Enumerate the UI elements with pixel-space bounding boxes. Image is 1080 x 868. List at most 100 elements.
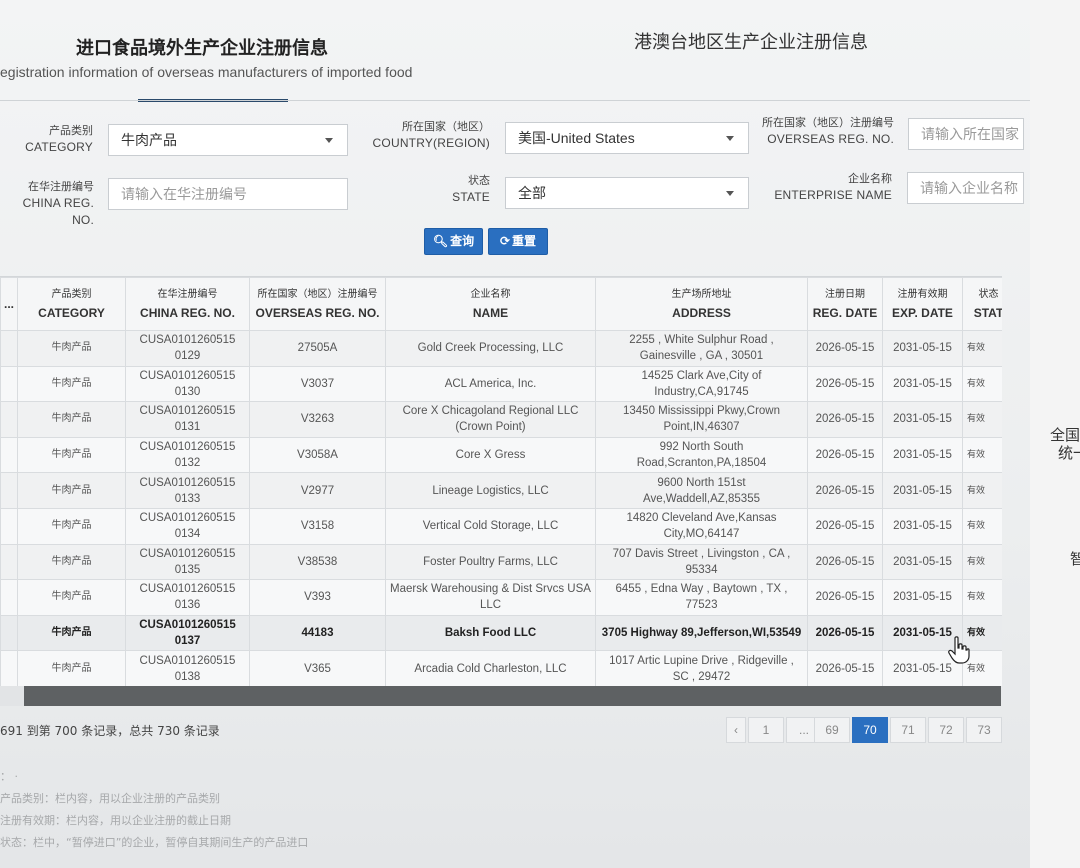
column-header-exp-date[interactable]: 注册有效期 EXP. DATE: [882, 277, 963, 331]
cell-category: 牛肉产品: [17, 330, 126, 367]
table-row[interactable]: 牛肉产品 CUSA0101260515 0136 V393 Maersk Wareho…: [0, 579, 1002, 616]
cell-overseas-reg: 44183: [249, 614, 386, 652]
cell-name: Vertical Cold Storage, LLC: [385, 507, 596, 545]
table-row[interactable]: 牛肉产品 CUSA0101260515 0132 V3058A Core X Gres…: [0, 436, 1002, 474]
cell-reg-date: 2026-05-15: [807, 543, 883, 581]
cell-exp-date: 2031-05-15: [882, 507, 963, 545]
search-icon: 🔍︎: [432, 234, 449, 248]
horizontal-scrollbar-thumb[interactable]: [24, 686, 1001, 706]
country-label: 所在国家（地区） COUNTRY(REGION): [372, 120, 490, 150]
notes: ： · 产品类别：栏内容，用以企业注册的产品类别 注册有效期：栏内容，用以企业注…: [0, 766, 308, 854]
horizontal-scrollbar-track[interactable]: [0, 686, 24, 706]
cell-index: [0, 507, 18, 545]
cell-index: [0, 436, 18, 474]
page-button[interactable]: 73: [966, 717, 1002, 743]
cell-exp-date: 2031-05-15: [882, 330, 963, 367]
table-row[interactable]: 牛肉产品 CUSA0101260515 0133 V2977 Lineage Logi…: [0, 472, 1002, 509]
cell-index: [0, 579, 18, 616]
table-row[interactable]: 牛肉产品 CUSA0101260515 0131 V3263 Core X Chica…: [0, 401, 1002, 438]
page-button[interactable]: ‹: [726, 717, 746, 743]
page-button[interactable]: 70: [852, 717, 888, 743]
cell-china-reg: CUSA0101260515 0135: [125, 543, 250, 581]
page-button[interactable]: 72: [928, 717, 964, 743]
adjacent-window-edge: 全国 统一 智: [1030, 0, 1080, 868]
table-row[interactable]: 牛肉产品 CUSA0101260515 0129 27505A Gold Creek …: [0, 330, 1002, 367]
reset-button-label: 重置: [512, 234, 537, 248]
refresh-icon: ⟳: [499, 234, 511, 248]
cell-overseas-reg: V3158: [249, 507, 386, 545]
column-header-state[interactable]: 状态 STAT: [962, 277, 1002, 331]
enterprise-label: 企业名称 ENTERPRISE NAME: [774, 172, 892, 202]
column-header-china-reg[interactable]: 在华注册编号 CHINA REG. NO.: [125, 277, 250, 331]
cell-state: 有效: [962, 507, 1002, 545]
column-header-reg-date[interactable]: 注册日期 REG. DATE: [807, 277, 883, 331]
cell-index: [0, 330, 18, 367]
cell-name: Maersk Warehousing & Dist Srvcs USA LLC: [385, 579, 596, 616]
cell-name: ACL America, Inc.: [385, 365, 596, 403]
cell-overseas-reg: V3037: [249, 365, 386, 403]
cell-reg-date: 2026-05-15: [807, 650, 883, 686]
cell-category: 牛肉产品: [17, 579, 126, 616]
enterprise-input[interactable]: 请输入企业名称: [907, 172, 1024, 204]
table-row[interactable]: 牛肉产品 CUSA0101260515 0138 V365 Arcadia Cold …: [0, 650, 1002, 686]
cell-reg-date: 2026-05-15: [807, 507, 883, 545]
query-button[interactable]: 🔍︎ 查询: [424, 228, 483, 255]
page-button[interactable]: 1: [748, 717, 784, 743]
chevron-down-icon: [726, 136, 734, 141]
cell-overseas-reg: V3058A: [249, 436, 386, 474]
cell-china-reg: CUSA0101260515 0132: [125, 436, 250, 474]
page-button[interactable]: 69: [814, 717, 850, 743]
column-header-address[interactable]: 生产场所地址 ADDRESS: [595, 277, 808, 331]
cell-address: 9600 North 151st Ave,Waddell,AZ,85355: [595, 472, 808, 509]
state-select[interactable]: 全部: [505, 177, 749, 209]
tab-overseas-manufacturers-en: egistration information of overseas manu…: [0, 64, 413, 80]
column-header-index[interactable]: ...: [0, 277, 18, 331]
cell-state: 有效: [962, 543, 1002, 581]
hand-cursor-icon: [948, 636, 970, 664]
cell-address: 707 Davis Street , Livingston , CA , 953…: [595, 543, 808, 581]
china-reg-input[interactable]: 请输入在华注册编号: [108, 178, 348, 210]
note-line: 注册有效期：栏内容，用以企业注册的截止日期: [0, 814, 231, 827]
cell-exp-date: 2031-05-15: [882, 579, 963, 616]
table-row[interactable]: 牛肉产品 CUSA0101260515 0130 V3037 ACL America,…: [0, 365, 1002, 403]
table-header-row: ... 产品类别 CATEGORY 在华注册编号 CHINA REG. NO. 所在…: [0, 277, 1002, 331]
cell-name: Foster Poultry Farms, LLC: [385, 543, 596, 581]
note-line: 产品类别：栏内容，用以企业注册的产品类别: [0, 792, 220, 805]
cell-index: [0, 543, 18, 581]
page-button[interactable]: 71: [890, 717, 926, 743]
cell-state: 有效: [962, 401, 1002, 438]
country-select-value: 美国-United States: [518, 130, 635, 146]
cell-overseas-reg: V365: [249, 650, 386, 686]
overseas-reg-input[interactable]: 请输入所在国家: [908, 118, 1024, 150]
query-button-label: 查询: [450, 234, 475, 248]
side-text: 智: [1070, 550, 1080, 568]
country-select[interactable]: 美国-United States: [505, 122, 749, 154]
cell-reg-date: 2026-05-15: [807, 436, 883, 474]
results-table-container[interactable]: ... 产品类别 CATEGORY 在华注册编号 CHINA REG. NO. 所在…: [0, 276, 1002, 686]
cell-name: Lineage Logistics, LLC: [385, 472, 596, 509]
column-header-name[interactable]: 企业名称 NAME: [385, 277, 596, 331]
category-select[interactable]: 牛肉产品: [108, 124, 348, 156]
reset-button[interactable]: ⟳ 重置: [488, 228, 548, 255]
tab-hk-macao-taiwan[interactable]: 港澳台地区生产企业注册信息: [634, 28, 868, 54]
table-row[interactable]: 牛肉产品 CUSA0101260515 0137 44183 Baksh Food L…: [0, 614, 1002, 652]
tab-overseas-manufacturers[interactable]: 进口食品境外生产企业注册信息: [76, 34, 328, 60]
overseas-reg-label: 所在国家（地区）注册编号 OVERSEAS REG. NO.: [762, 116, 894, 146]
category-select-value: 牛肉产品: [121, 132, 177, 148]
cell-address: 1017 Artic Lupine Drive , Ridgeville , S…: [595, 650, 808, 686]
column-header-category[interactable]: 产品类别 CATEGORY: [17, 277, 126, 331]
cell-china-reg: CUSA0101260515 0133: [125, 472, 250, 509]
cell-index: [0, 365, 18, 403]
table-row[interactable]: 牛肉产品 CUSA0101260515 0135 V38538 Foster Poul…: [0, 543, 1002, 581]
cell-reg-date: 2026-05-15: [807, 614, 883, 652]
cell-category: 牛肉产品: [17, 650, 126, 686]
column-header-overseas-reg[interactable]: 所在国家（地区）注册编号 OVERSEAS REG. NO.: [249, 277, 386, 331]
cell-reg-date: 2026-05-15: [807, 472, 883, 509]
cell-reg-date: 2026-05-15: [807, 401, 883, 438]
tab-divider: [0, 100, 1030, 101]
table-row[interactable]: 牛肉产品 CUSA0101260515 0134 V3158 Vertical Col…: [0, 507, 1002, 545]
cell-state: 有效: [962, 472, 1002, 509]
state-select-value: 全部: [518, 185, 546, 201]
cell-category: 牛肉产品: [17, 614, 126, 652]
category-label: 产品类别 CATEGORY: [25, 124, 93, 154]
